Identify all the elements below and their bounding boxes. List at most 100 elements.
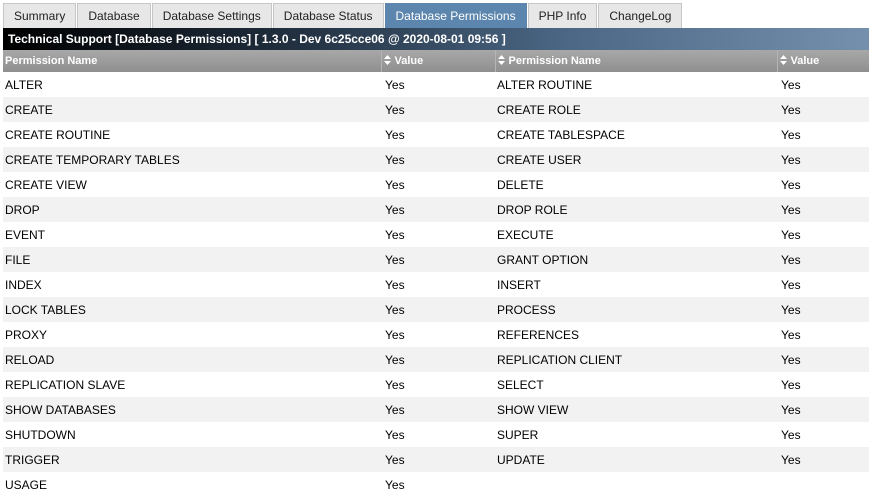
table-row: DROP Yes DROP ROLE Yes xyxy=(3,197,869,222)
permission-value-cell: Yes xyxy=(777,322,869,347)
column-header-value-2[interactable]: Value xyxy=(777,50,869,72)
permission-name-cell: SHUTDOWN xyxy=(3,422,381,447)
tab-database[interactable]: Database xyxy=(77,3,151,28)
column-header-label: Value xyxy=(790,55,820,67)
permission-value-cell: Yes xyxy=(777,197,869,222)
permission-value-cell: Yes xyxy=(381,372,495,397)
permission-name-cell: SHOW VIEW xyxy=(495,397,777,422)
permission-name-cell: LOCK TABLES xyxy=(3,297,381,322)
table-row: ALTER Yes ALTER ROUTINE Yes xyxy=(3,72,869,97)
permission-value-cell: Yes xyxy=(777,122,869,147)
permission-value-cell: Yes xyxy=(777,72,869,97)
permission-value-cell: Yes xyxy=(777,297,869,322)
permission-value-cell: Yes xyxy=(381,422,495,447)
column-header-permission-name-2[interactable]: Permission Name xyxy=(495,50,778,72)
sort-updown-icon[interactable] xyxy=(383,55,391,66)
permission-name-cell: EXECUTE xyxy=(495,222,777,247)
permission-name-cell: CREATE TEMPORARY TABLES xyxy=(3,147,381,172)
table-row: LOCK TABLES Yes PROCESS Yes xyxy=(3,297,869,322)
table-row: SHUTDOWN Yes SUPER Yes xyxy=(3,422,869,447)
table-row: SHOW DATABASES Yes SHOW VIEW Yes xyxy=(3,397,869,422)
permission-value-cell: Yes xyxy=(777,272,869,297)
permission-value-cell xyxy=(777,472,869,497)
tab-changelog[interactable]: ChangeLog xyxy=(598,3,683,28)
permission-value-cell: Yes xyxy=(381,72,495,97)
tab-database-status[interactable]: Database Status xyxy=(272,3,384,28)
page-title: Technical Support [Database Permissions]… xyxy=(3,28,869,50)
permission-name-cell: CREATE ROLE xyxy=(495,97,777,122)
table-row: USAGE Yes xyxy=(3,472,869,497)
permission-name-cell: UPDATE xyxy=(495,447,777,472)
permission-value-cell: Yes xyxy=(381,97,495,122)
permission-value-cell: Yes xyxy=(777,372,869,397)
sort-updown-icon[interactable] xyxy=(497,55,505,66)
permission-name-cell xyxy=(495,472,777,497)
permission-name-cell: SUPER xyxy=(495,422,777,447)
permission-value-cell: Yes xyxy=(381,322,495,347)
permission-value-cell: Yes xyxy=(777,347,869,372)
permission-name-cell: INSERT xyxy=(495,272,777,297)
permission-value-cell: Yes xyxy=(381,247,495,272)
permission-name-cell: TRIGGER xyxy=(3,447,381,472)
permission-value-cell: Yes xyxy=(777,222,869,247)
permission-value-cell: Yes xyxy=(381,347,495,372)
permission-name-cell: SELECT xyxy=(495,372,777,397)
permission-name-cell: DROP ROLE xyxy=(495,197,777,222)
permission-value-cell: Yes xyxy=(381,197,495,222)
permission-value-cell: Yes xyxy=(777,447,869,472)
permission-name-cell: ALTER xyxy=(3,72,381,97)
permission-value-cell: Yes xyxy=(381,447,495,472)
column-header-permission-name[interactable]: Permission Name xyxy=(3,50,382,72)
table-header-row: Permission Name Value Permission Name Va… xyxy=(3,50,869,72)
tab-bar: Summary Database Database Settings Datab… xyxy=(3,0,683,28)
table-row: CREATE VIEW Yes DELETE Yes xyxy=(3,172,869,197)
column-header-label: Permission Name xyxy=(508,55,601,67)
permissions-table-body: ALTER Yes ALTER ROUTINE Yes CREATE Yes CREATE … xyxy=(3,72,869,497)
tab-database-permissions[interactable]: Database Permissions xyxy=(384,3,527,28)
tab-database-settings[interactable]: Database Settings xyxy=(151,3,272,28)
permission-value-cell: Yes xyxy=(381,122,495,147)
permission-value-cell: Yes xyxy=(381,147,495,172)
permission-name-cell: CREATE ROUTINE xyxy=(3,122,381,147)
permission-name-cell: REPLICATION SLAVE xyxy=(3,372,381,397)
permission-name-cell: RELOAD xyxy=(3,347,381,372)
sort-updown-icon[interactable] xyxy=(779,55,787,66)
permission-name-cell: INDEX xyxy=(3,272,381,297)
permission-name-cell: CREATE xyxy=(3,97,381,122)
permission-name-cell: DELETE xyxy=(495,172,777,197)
permission-value-cell: Yes xyxy=(777,247,869,272)
permission-value-cell: Yes xyxy=(777,422,869,447)
table-row: INDEX Yes INSERT Yes xyxy=(3,272,869,297)
permission-value-cell: Yes xyxy=(381,297,495,322)
permission-name-cell: EVENT xyxy=(3,222,381,247)
table-row: REPLICATION SLAVE Yes SELECT Yes xyxy=(3,372,869,397)
permission-name-cell: REFERENCES xyxy=(495,322,777,347)
table-row: EVENT Yes EXECUTE Yes xyxy=(3,222,869,247)
permission-name-cell: CREATE USER xyxy=(495,147,777,172)
tab-summary[interactable]: Summary xyxy=(3,3,77,28)
table-row: CREATE TEMPORARY TABLES Yes CREATE USER Yes xyxy=(3,147,869,172)
permission-value-cell: Yes xyxy=(777,97,869,122)
permission-name-cell: FILE xyxy=(3,247,381,272)
tab-php-info[interactable]: PHP Info xyxy=(527,3,598,28)
permission-value-cell: Yes xyxy=(777,147,869,172)
permission-name-cell: SHOW DATABASES xyxy=(3,397,381,422)
permission-value-cell: Yes xyxy=(381,397,495,422)
table-row: PROXY Yes REFERENCES Yes xyxy=(3,322,869,347)
table-row: CREATE ROUTINE Yes CREATE TABLESPACE Yes xyxy=(3,122,869,147)
table-row: TRIGGER Yes UPDATE Yes xyxy=(3,447,869,472)
permission-name-cell: REPLICATION CLIENT xyxy=(495,347,777,372)
permission-value-cell: Yes xyxy=(777,172,869,197)
column-header-label: Value xyxy=(394,55,424,67)
permission-value-cell: Yes xyxy=(381,172,495,197)
permission-name-cell: GRANT OPTION xyxy=(495,247,777,272)
permission-name-cell: PROCESS xyxy=(495,297,777,322)
permission-name-cell: PROXY xyxy=(3,322,381,347)
permission-value-cell: Yes xyxy=(381,272,495,297)
table-row: FILE Yes GRANT OPTION Yes xyxy=(3,247,869,272)
permission-name-cell: ALTER ROUTINE xyxy=(495,72,777,97)
column-header-value[interactable]: Value xyxy=(381,50,496,72)
column-header-label: Permission Name xyxy=(5,55,98,67)
permission-value-cell: Yes xyxy=(381,472,495,497)
table-row: CREATE Yes CREATE ROLE Yes xyxy=(3,97,869,122)
